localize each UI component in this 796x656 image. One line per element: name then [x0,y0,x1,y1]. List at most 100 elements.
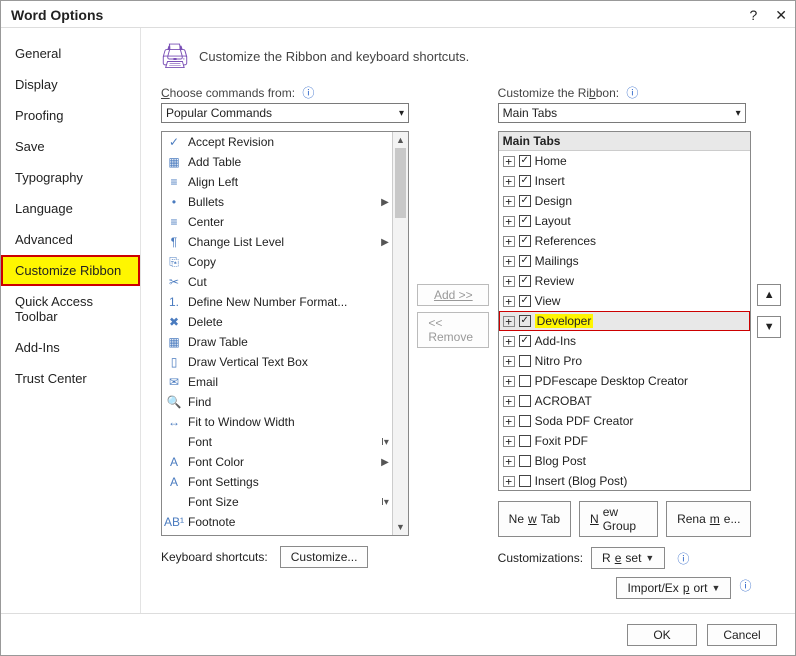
expand-icon[interactable]: + [503,356,515,367]
checkbox[interactable] [519,335,531,347]
tab-item-view[interactable]: + View [499,291,751,311]
command-item[interactable]: ⎘ Copy [162,252,392,272]
move-down-button[interactable]: ▼ [757,316,781,338]
command-item[interactable]: Font Size I▾ [162,492,392,512]
close-icon[interactable]: ✕ [775,7,787,24]
checkbox[interactable] [519,175,531,187]
sidebar-item-trust-center[interactable]: Trust Center [1,363,140,394]
cancel-button[interactable]: Cancel [707,624,777,646]
commands-listbox[interactable]: ✓ Accept Revision ▦ Add Table ≡ Align Le… [161,131,409,536]
sidebar-item-language[interactable]: Language [1,193,140,224]
command-item[interactable]: ✂ Cut [162,272,392,292]
scroll-up-icon[interactable]: ▲ [393,132,408,148]
rename-button[interactable]: Rename... [666,501,751,537]
checkbox[interactable] [519,475,531,487]
command-item[interactable]: ▦ Add Table [162,152,392,172]
command-item[interactable]: ▯ Draw Vertical Text Box [162,352,392,372]
command-item[interactable]: ≡ Center [162,212,392,232]
tab-item-review[interactable]: + Review [499,271,751,291]
tab-item-design[interactable]: + Design [499,191,751,211]
add-button[interactable]: Add >> [417,284,489,306]
expand-icon[interactable]: + [503,196,515,207]
sidebar-item-general[interactable]: General [1,38,140,69]
checkbox[interactable] [519,235,531,247]
sidebar-item-add-ins[interactable]: Add-Ins [1,332,140,363]
choose-commands-dropdown[interactable]: Popular Commands▾ [161,103,409,123]
tab-item-pdfescape-desktop-creator[interactable]: + PDFescape Desktop Creator [499,371,751,391]
expand-icon[interactable]: + [503,176,515,187]
checkbox[interactable] [519,415,531,427]
command-item[interactable]: 🔍 Find [162,392,392,412]
sidebar-item-typography[interactable]: Typography [1,162,140,193]
expand-icon[interactable]: + [503,236,515,247]
expand-icon[interactable]: + [503,156,515,167]
ok-button[interactable]: OK [627,624,697,646]
checkbox[interactable] [519,295,531,307]
tab-item-insert[interactable]: + Insert [499,171,751,191]
scrollbar[interactable]: ▲ ▼ [392,132,408,535]
import-export-button[interactable]: Import/Export ▼ [616,577,731,599]
help-icon[interactable]: ? [749,7,757,24]
command-item[interactable]: • Bullets ▶ [162,192,392,212]
help-icon[interactable]: ⓘ [626,86,638,100]
checkbox[interactable] [519,355,531,367]
command-item[interactable]: A Font Settings [162,472,392,492]
expand-icon[interactable]: + [503,336,515,347]
sidebar-item-quick-access-toolbar[interactable]: Quick Access Toolbar [1,286,140,332]
expand-icon[interactable]: + [503,396,515,407]
sidebar-item-display[interactable]: Display [1,69,140,100]
tab-item-add-ins[interactable]: + Add-Ins [499,331,751,351]
checkbox[interactable] [519,375,531,387]
reset-button[interactable]: Reset ▼ [591,547,665,569]
command-item[interactable]: 1. Define New Number Format... [162,292,392,312]
customize-shortcuts-button[interactable]: Customize... [280,546,369,568]
sidebar-item-customize-ribbon[interactable]: Customize Ribbon [1,255,140,286]
expand-icon[interactable]: + [503,256,515,267]
expand-icon[interactable]: + [503,436,515,447]
help-icon[interactable]: ⓘ [677,550,689,567]
sidebar-item-save[interactable]: Save [1,131,140,162]
move-up-button[interactable]: ▲ [757,284,781,306]
command-item[interactable]: ✉ Email [162,372,392,392]
help-icon[interactable]: ⓘ [302,86,314,100]
command-item[interactable]: ¶ Change List Level ▶ [162,232,392,252]
checkbox[interactable] [519,215,531,227]
checkbox[interactable] [519,455,531,467]
checkbox[interactable] [519,275,531,287]
tab-item-soda-pdf-creator[interactable]: + Soda PDF Creator [499,411,751,431]
command-item[interactable]: ✖ Delete [162,312,392,332]
tab-item-layout[interactable]: + Layout [499,211,751,231]
tab-item-foxit-pdf[interactable]: + Foxit PDF [499,431,751,451]
expand-icon[interactable]: + [503,376,515,387]
new-tab-button[interactable]: New Tab [498,501,571,537]
checkbox[interactable] [519,435,531,447]
tab-item-nitro-pro[interactable]: + Nitro Pro [499,351,751,371]
customize-ribbon-dropdown[interactable]: Main Tabs▾ [498,103,746,123]
expand-icon[interactable]: + [503,416,515,427]
command-item[interactable]: ✓ Accept Revision [162,132,392,152]
expand-icon[interactable]: + [503,316,515,327]
checkbox[interactable] [519,395,531,407]
tab-item-references[interactable]: + References [499,231,751,251]
scroll-thumb[interactable] [395,148,406,218]
tab-item-blog-post[interactable]: + Blog Post [499,451,751,471]
tab-item-mailings[interactable]: + Mailings [499,251,751,271]
expand-icon[interactable]: + [503,216,515,227]
command-item[interactable]: AB¹ Footnote [162,512,392,532]
checkbox[interactable] [519,255,531,267]
command-item[interactable]: ▦ Draw Table [162,332,392,352]
tabs-tree[interactable]: Main Tabs + Home+ Insert+ Design+ Layout… [498,131,752,491]
help-icon[interactable]: ⓘ [739,577,751,599]
expand-icon[interactable]: + [503,276,515,287]
sidebar-item-proofing[interactable]: Proofing [1,100,140,131]
new-group-button[interactable]: New Group [579,501,658,537]
command-item[interactable]: A Font Color ▶ [162,452,392,472]
expand-icon[interactable]: + [503,296,515,307]
sidebar-item-advanced[interactable]: Advanced [1,224,140,255]
expand-icon[interactable]: + [503,456,515,467]
checkbox[interactable] [519,315,531,327]
checkbox[interactable] [519,155,531,167]
tab-item-home[interactable]: + Home [499,151,751,171]
scroll-down-icon[interactable]: ▼ [393,519,408,535]
command-item[interactable]: ✎ Format Painter [162,532,392,535]
